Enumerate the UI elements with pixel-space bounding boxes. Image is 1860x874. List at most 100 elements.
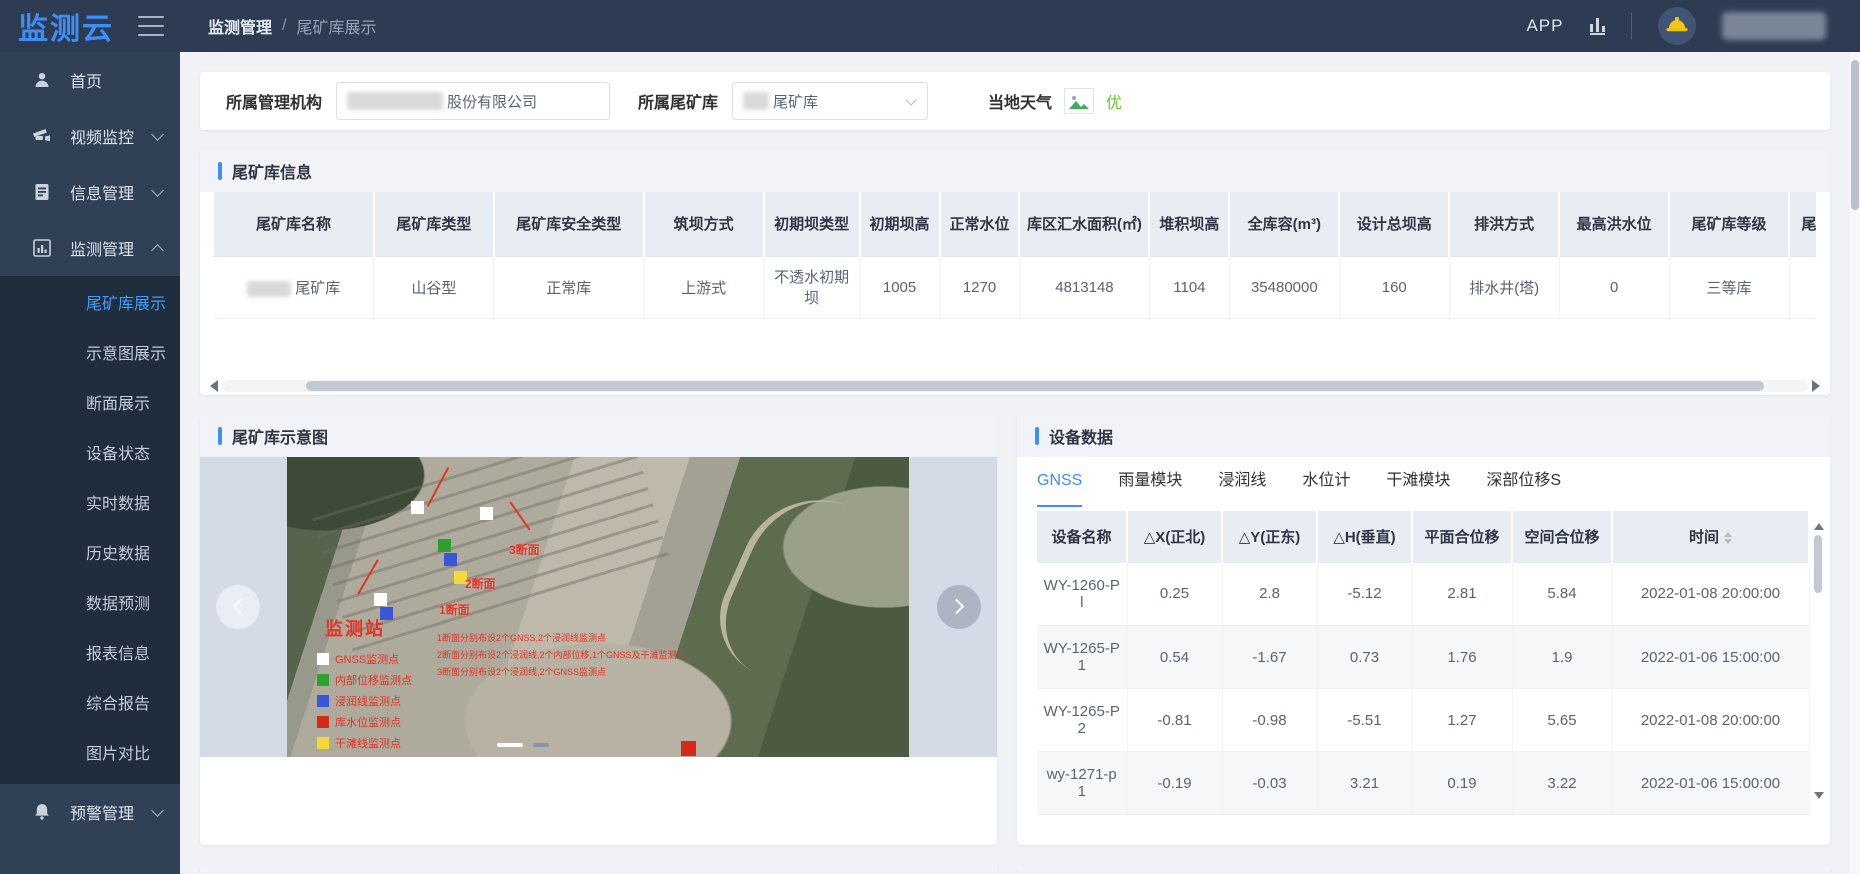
chevron-down-icon (151, 184, 164, 197)
legend-row: 干滩线监测点 (317, 735, 412, 751)
hamburger-menu-icon[interactable] (138, 16, 164, 36)
col-header: 正常水位 (940, 192, 1020, 256)
app-link[interactable]: APP (1526, 16, 1563, 36)
page-scroll-thumb[interactable] (1851, 60, 1859, 210)
cell-time: 2022-01-08 20:00:00 (1612, 563, 1809, 626)
cell-device-name: wy-1271-p1 (1037, 752, 1127, 815)
col-header: 设计总坝高 (1339, 192, 1449, 256)
device-status-title-bar: 设备状态 (1017, 865, 1830, 874)
org-redacted (347, 92, 443, 110)
sidebar-item-tailings-display[interactable]: 尾矿库展示 (0, 280, 180, 330)
sidebar-item-video[interactable]: 视频监控 (0, 108, 180, 164)
breadcrumb-section[interactable]: 监测管理 (208, 14, 272, 38)
scroll-right-arrow-icon[interactable] (1812, 380, 1820, 392)
scroll-down-arrow-icon[interactable] (1814, 792, 1824, 799)
col-header: 最高洪水位 (1559, 192, 1669, 256)
sidebar-item-report-info[interactable]: 报表信息 (0, 630, 180, 680)
cell: 160 (1339, 256, 1449, 318)
info-data-row: 尾矿库 山谷型 正常库 上游式 不透水初期坝 1005 1270 4813148… (214, 256, 1816, 318)
cell-device-name: WY-1260-Pl (1037, 563, 1127, 626)
sidebar-item-comprehensive-report[interactable]: 综合报告 (0, 680, 180, 730)
sidebar-item-data-forecast[interactable]: 数据预测 (0, 580, 180, 630)
tab-gnss[interactable]: GNSS (1037, 457, 1082, 507)
pond-filter-value: 尾矿库 (773, 91, 818, 112)
pagination-dot[interactable] (533, 743, 549, 747)
sidebar-item-realtime-data[interactable]: 实时数据 (0, 480, 180, 530)
sidebar-item-device-status[interactable]: 设备状态 (0, 430, 180, 480)
sidebar-item-monitor[interactable]: 监测管理 (0, 220, 180, 276)
device-scroll-thumb[interactable] (1814, 535, 1822, 593)
section-3-label: 3断面 (509, 541, 540, 558)
device-tabs: GNSS 雨量模块 浸润线 水位计 干滩模块 深部位移S (1017, 457, 1830, 507)
sidebar-item-image-compare[interactable]: 图片对比 (0, 730, 180, 780)
col-header: 初期坝高 (860, 192, 940, 256)
col-header-time[interactable]: 时间 (1612, 511, 1809, 563)
col-header: △Y(正东) (1222, 511, 1317, 563)
chevron-up-icon (151, 244, 164, 257)
chevron-down-icon (151, 128, 164, 141)
cell: 1005 (860, 256, 940, 318)
weather-quality-value: 优 (1106, 89, 1122, 113)
page-scrollbar[interactable] (1850, 52, 1860, 874)
tab-water-level[interactable]: 水位计 (1302, 457, 1350, 507)
chevron-left-icon (233, 599, 249, 615)
breadcrumb: 监测管理 / 尾矿库展示 (208, 14, 376, 38)
horizontal-scrollbar (210, 377, 1820, 395)
pagination-dot-active[interactable] (497, 743, 523, 747)
tab-saturation-line[interactable]: 浸润线 (1218, 457, 1266, 507)
sidebar-item-alert[interactable]: 预警管理 (0, 784, 180, 840)
tab-rainfall[interactable]: 雨量模块 (1118, 457, 1182, 507)
scroll-up-arrow-icon[interactable] (1814, 523, 1824, 530)
broken-image-icon (1064, 88, 1094, 114)
carousel-prev-button[interactable] (216, 585, 260, 629)
sidebar-item-home[interactable]: 首页 (0, 52, 180, 108)
tailings-info-title-bar: 尾矿库信息 (200, 150, 1830, 192)
tailings-info-table: 尾矿库名称 尾矿库类型 尾矿库安全类型 筑坝方式 初期坝类型 初期坝高 正常水位… (214, 192, 1816, 319)
col-header: 空间合位移 (1512, 511, 1612, 563)
schematic-carousel: 3断面 2断面 1断面 监测站 GNSS监测点 内部位移监测点 浸润线监测点 库… (200, 457, 997, 757)
hscroll-track[interactable] (222, 380, 1808, 392)
org-filter-value: 股份有限公司 (447, 91, 537, 112)
main-content: 所属管理机构 股份有限公司 所属尾矿库 尾矿库 当地天气 优 尾矿库信息 (180, 52, 1850, 874)
sidebar-item-schematic-display[interactable]: 示意图展示 (0, 330, 180, 380)
cell: 1104 (1149, 256, 1229, 318)
annotation-notes: 1断面分别布设2个GNSS,2个浸润线监测点 2断面分别布设2个浸润线,2个内部… (437, 631, 686, 678)
username-redacted[interactable] (1722, 12, 1826, 40)
sidebar-item-info[interactable]: 信息管理 (0, 164, 180, 220)
chevron-down-icon (905, 94, 916, 105)
col-header: 尾矿库安全类型 (494, 192, 644, 256)
statistics-icon[interactable] (1590, 18, 1606, 35)
pond-filter-select[interactable]: 尾矿库 (732, 82, 928, 120)
legend-row: 库水位监测点 (317, 714, 412, 730)
cell: -1.67 (1222, 626, 1317, 689)
cell: 2.8 (1222, 563, 1317, 626)
cell (1789, 256, 1816, 318)
sidebar-item-section-display[interactable]: 断面展示 (0, 380, 180, 430)
hscroll-thumb[interactable] (306, 381, 1764, 391)
device-data-card: 设备数据 GNSS 雨量模块 浸润线 水位计 干滩模块 深部位移S 设备名称 △ (1017, 415, 1830, 845)
sort-icon[interactable] (1724, 532, 1732, 544)
legend-swatch-white (317, 653, 329, 665)
col-header: 尾矿库类型 (374, 192, 494, 256)
scroll-left-arrow-icon[interactable] (210, 380, 218, 392)
topbar-actions: APP (1526, 7, 1860, 45)
device-table: 设备名称 △X(正北) △Y(正东) △H(垂直) 平面合位移 空间合位移 时间… (1037, 511, 1810, 816)
cell: 4813148 (1019, 256, 1149, 318)
col-header: 设备名称 (1037, 511, 1127, 563)
legend-swatch-yellow (317, 737, 329, 749)
user-avatar[interactable] (1658, 7, 1696, 45)
org-filter-input[interactable]: 股份有限公司 (336, 82, 610, 120)
cell: 0.73 (1317, 626, 1412, 689)
col-header: 平面合位移 (1412, 511, 1512, 563)
tab-dry-beach[interactable]: 干滩模块 (1386, 457, 1450, 507)
device-data-title: 设备数据 (1049, 424, 1113, 448)
sidebar-item-history-data[interactable]: 历史数据 (0, 530, 180, 580)
tab-deep-displacement[interactable]: 深部位移S (1486, 457, 1561, 507)
internal-displacement-marker (438, 539, 451, 552)
carousel-next-button[interactable] (937, 585, 981, 629)
device-table-scrollbar (1812, 523, 1824, 799)
cell: 0.19 (1412, 752, 1512, 815)
cell-device-name: WY-1265-P2 (1037, 689, 1127, 752)
pond-filter-label: 所属尾矿库 (638, 89, 718, 113)
cell: 三等库 (1669, 256, 1789, 318)
